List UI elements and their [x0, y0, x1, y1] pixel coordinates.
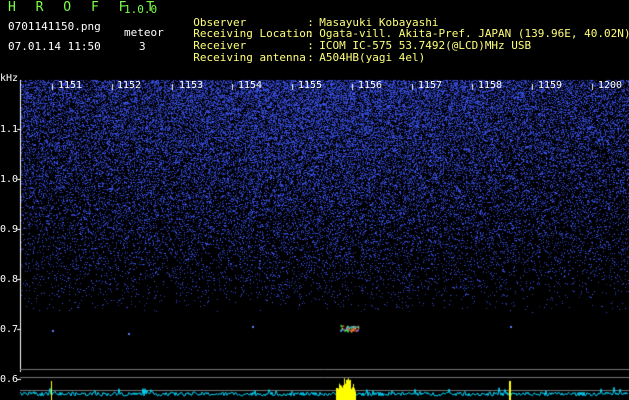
image-filename: 0701141150.png [8, 20, 101, 33]
x-tick-label: 1153 [179, 80, 204, 91]
app-version: 1.0.0 [124, 3, 158, 16]
x-tick-label: 1152 [117, 80, 142, 91]
x-tick-label: 1200 [598, 80, 623, 91]
x-tick-label: 1154 [238, 80, 263, 91]
x-tick-label: 1157 [418, 80, 443, 91]
observation-datetime: 07.01.14 11:50 [8, 40, 101, 53]
info-receiving-antenna: Receiving antenna: A504HB(yagi 4el) [193, 51, 426, 64]
x-tick-label: 1156 [358, 80, 383, 91]
y-tick-label: 0.8 [0, 274, 19, 285]
x-tick-label: 1155 [298, 80, 323, 91]
x-tick-label: 1158 [478, 80, 503, 91]
x-tick-label: 1151 [58, 80, 83, 91]
meteor-count: 3 [139, 40, 146, 53]
x-tick-label: 1159 [538, 80, 563, 91]
y-tick-label: 0.9 [0, 224, 19, 235]
y-tick-label: 0.6 [0, 374, 19, 385]
antenna-value: A504HB(yagi 4el) [319, 51, 426, 64]
y-tick-label: 1.1 [0, 124, 19, 135]
meteor-label: meteor [124, 26, 164, 39]
frequency-unit-label: kHz [0, 73, 19, 84]
y-tick-label: 0.7 [0, 324, 19, 335]
y-tick-label: 1.0 [0, 174, 19, 185]
